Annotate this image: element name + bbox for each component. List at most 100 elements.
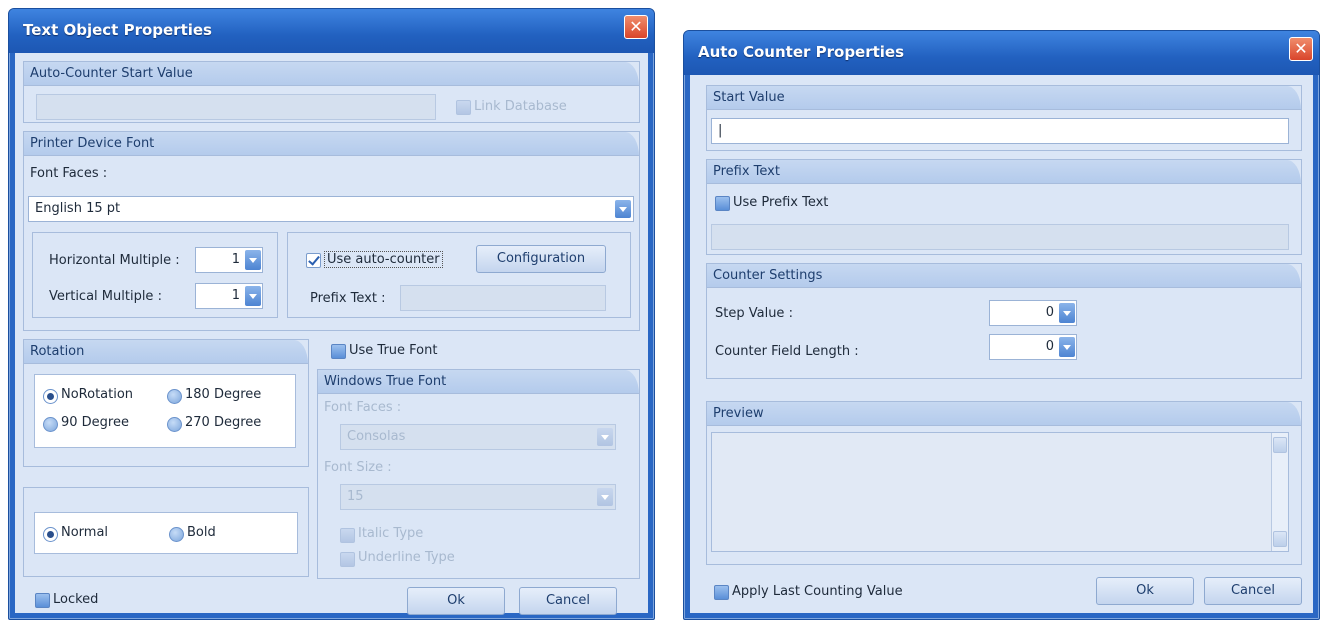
true-font-size-label: Font Size : (324, 460, 392, 475)
windows-true-font-group: Windows True Font Font Faces : Consolas … (317, 369, 640, 579)
horizontal-multiple-value: 1 (231, 252, 240, 267)
preview-header: Preview (707, 402, 1301, 426)
rotation-radio-180[interactable] (167, 389, 182, 404)
spin-icon[interactable] (245, 286, 261, 306)
chevron-down-icon[interactable] (597, 488, 613, 506)
apply-last-counting-label: Apply Last Counting Value (732, 584, 903, 599)
true-font-header: Windows True Font (318, 370, 639, 394)
true-font-size-select[interactable]: 15 (340, 484, 616, 510)
rotation-group: Rotation NoRotation 180 Degree 90 Degree… (23, 339, 309, 467)
font-faces-select[interactable]: English 15 pt (28, 196, 634, 222)
auto-counter-group: Auto-Counter Start Value Link Database (23, 61, 640, 123)
cancel-button[interactable]: Cancel (519, 587, 617, 615)
cancel-button[interactable]: Cancel (1204, 577, 1302, 605)
locked-label: Locked (53, 592, 99, 607)
chevron-down-icon[interactable] (615, 200, 631, 218)
rotation-options: NoRotation 180 Degree 90 Degree 270 Degr… (34, 374, 296, 448)
rotation-radio-90[interactable] (43, 417, 58, 432)
rotation-label-270: 270 Degree (185, 415, 262, 430)
step-value-label: Step Value : (715, 306, 793, 321)
counter-field-length-stepper[interactable]: 0 (989, 334, 1077, 360)
rotation-label-none: NoRotation (61, 387, 134, 402)
use-prefix-text-label: Use Prefix Text (733, 195, 829, 210)
printer-font-header: Printer Device Font (24, 132, 639, 156)
ok-button[interactable]: Ok (407, 587, 505, 615)
horizontal-multiple-label: Horizontal Multiple : (49, 253, 180, 268)
font-faces-label: Font Faces : (30, 166, 108, 181)
counter-field-length-value: 0 (1045, 339, 1054, 354)
use-true-font-checkbox[interactable] (331, 344, 346, 359)
vertical-multiple-stepper[interactable]: 1 (195, 283, 263, 309)
counter-settings-group: Counter Settings Step Value : 0 Counter … (706, 263, 1302, 379)
scroll-down-icon[interactable] (1273, 531, 1287, 547)
weight-label-normal: Normal (61, 525, 109, 540)
preview-area (711, 432, 1289, 552)
counter-settings-header: Counter Settings (707, 264, 1301, 288)
start-value-group: Start Value | (706, 85, 1302, 151)
link-database-label: Link Database (474, 99, 567, 114)
rotation-radio-270[interactable] (167, 417, 182, 432)
auto-counter-header: Auto-Counter Start Value (24, 62, 639, 86)
auto-counter-subgroup: Use auto-counter Configuration Prefix Te… (287, 232, 631, 318)
prefix-text-input[interactable] (400, 285, 606, 311)
link-database-checkbox[interactable] (456, 100, 471, 115)
dialog-body: Start Value | Prefix Text Use Prefix Tex… (690, 75, 1313, 613)
start-value-header: Start Value (707, 86, 1301, 110)
rotation-label-90: 90 Degree (61, 415, 129, 430)
font-faces-value: English 15 pt (35, 201, 121, 216)
printer-device-font-group: Printer Device Font Font Faces : English… (23, 131, 640, 331)
italic-type-label: Italic Type (358, 526, 424, 541)
preview-group: Preview (706, 401, 1302, 565)
prefix-text-input[interactable] (711, 224, 1289, 250)
start-value-input[interactable]: | (711, 118, 1289, 144)
auto-counter-properties-dialog: Auto Counter Properties ✕ Start Value | … (683, 30, 1320, 620)
vertical-multiple-label: Vertical Multiple : (49, 289, 162, 304)
weight-label-bold: Bold (187, 525, 216, 540)
multiple-subgroup: Horizontal Multiple : 1 Vertical Multipl… (32, 232, 278, 318)
locked-checkbox[interactable] (35, 593, 50, 608)
font-weight-options: Normal Bold (34, 512, 298, 554)
title-bar[interactable]: Text Object Properties ✕ (9, 9, 654, 53)
dialog-title: Auto Counter Properties (698, 43, 905, 61)
scroll-up-icon[interactable] (1273, 437, 1287, 453)
underline-type-checkbox[interactable] (340, 552, 355, 567)
use-prefix-text-checkbox[interactable] (715, 196, 730, 211)
apply-last-counting-checkbox[interactable] (714, 585, 729, 600)
dialog-title: Text Object Properties (23, 21, 212, 39)
weight-radio-normal[interactable] (43, 527, 58, 542)
rotation-header: Rotation (24, 340, 308, 364)
spin-icon[interactable] (1059, 337, 1075, 357)
prefix-text-group: Prefix Text Use Prefix Text (706, 159, 1302, 255)
step-value: 0 (1045, 305, 1054, 320)
rotation-radio-none[interactable] (43, 389, 58, 404)
close-icon[interactable]: ✕ (624, 15, 648, 39)
true-font-faces-value: Consolas (347, 429, 406, 444)
chevron-down-icon[interactable] (597, 428, 613, 446)
spin-icon[interactable] (245, 250, 261, 270)
true-font-faces-label: Font Faces : (324, 400, 402, 415)
rotation-label-180: 180 Degree (185, 387, 262, 402)
preview-scrollbar[interactable] (1271, 433, 1288, 551)
auto-counter-start-input[interactable] (36, 94, 436, 120)
font-weight-group: Normal Bold (23, 487, 309, 577)
weight-radio-bold[interactable] (169, 527, 184, 542)
prefix-text-label: Prefix Text : (310, 291, 386, 306)
italic-type-checkbox[interactable] (340, 528, 355, 543)
ok-button[interactable]: Ok (1096, 577, 1194, 605)
use-auto-counter-label: Use auto-counter (324, 251, 443, 268)
configuration-button[interactable]: Configuration (476, 245, 606, 273)
counter-field-length-label: Counter Field Length : (715, 344, 859, 359)
text-object-properties-dialog: Text Object Properties ✕ Auto-Counter St… (8, 8, 655, 620)
use-true-font-label: Use True Font (349, 343, 438, 358)
vertical-multiple-value: 1 (231, 288, 240, 303)
step-value-stepper[interactable]: 0 (989, 300, 1077, 326)
close-icon[interactable]: ✕ (1289, 37, 1313, 61)
true-font-faces-select[interactable]: Consolas (340, 424, 616, 450)
title-bar[interactable]: Auto Counter Properties ✕ (684, 31, 1319, 75)
spin-icon[interactable] (1059, 303, 1075, 323)
true-font-size-value: 15 (347, 489, 364, 504)
underline-type-label: Underline Type (358, 550, 455, 565)
dialog-body: Auto-Counter Start Value Link Database P… (15, 53, 648, 615)
use-auto-counter-checkbox[interactable] (306, 253, 321, 268)
horizontal-multiple-stepper[interactable]: 1 (195, 247, 263, 273)
